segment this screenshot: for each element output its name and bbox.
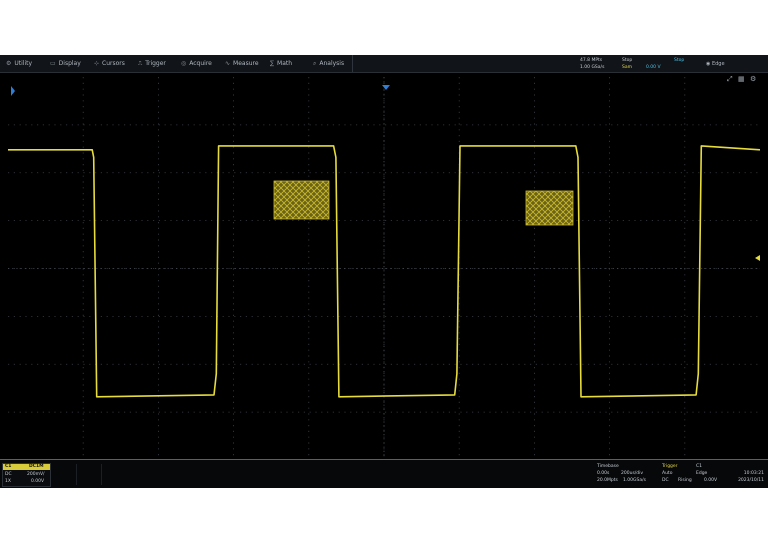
timebase-scale: 200us/div	[621, 471, 644, 476]
trigger-mode: Auto	[662, 471, 673, 476]
status-run-state: Stop	[622, 58, 633, 63]
measure-icon: ∿	[225, 60, 231, 67]
graticule	[8, 77, 760, 460]
gear-icon: ◉	[706, 61, 711, 67]
oscilloscope-screen: ⚙ Utility ▭ Display ⊹ Cursors ⎍ Trigger ◎ Acquire…	[0, 55, 768, 488]
menu-analysis[interactable]: ⌕ Analysis	[313, 58, 344, 70]
menu-item-label: Utility	[14, 60, 33, 67]
timebase-sample-rate: 1.00GSa/s	[623, 478, 646, 483]
status-sample-rate: 1.00 GSa/s	[580, 65, 605, 70]
clock-panel: 10:03:21 2023/10/11	[728, 463, 766, 485]
trigger-panel[interactable]: Trigger C1 Auto Edge DC Rising 0.00V	[662, 463, 724, 485]
ch1-coupling: DC1M	[29, 464, 44, 469]
status-stop: Stop	[674, 58, 685, 63]
waveform-plot	[8, 77, 760, 460]
channel-slot-2[interactable]	[52, 464, 77, 485]
menu-acquire[interactable]: ◎ Acquire	[181, 58, 212, 70]
trigger-quick[interactable]: ◉ Edge	[706, 58, 725, 70]
wrench-icon: ⚙	[6, 60, 12, 67]
left-position-marker[interactable]	[11, 86, 15, 96]
trigger-coupling: DC	[662, 478, 669, 483]
bottom-info-bar: C1 DC1M DC 200mV/ 1X 0.00V Timebase 0.00…	[0, 459, 768, 488]
cursor-icon: ⊹	[94, 60, 100, 67]
ch1-probe: 1X	[5, 479, 11, 484]
analysis-icon: ⌕	[313, 60, 317, 67]
trigger-level: 0.00V	[704, 478, 718, 483]
trigger-quick-label: Edge	[711, 61, 725, 67]
menu-item-label: Math	[277, 60, 293, 67]
trigger-slope: Rising	[678, 478, 692, 483]
ch1-header: C1 DC1M	[3, 464, 50, 470]
clock-date: 2023/10/11	[738, 478, 764, 483]
status-mode: Sam	[622, 65, 632, 70]
trigger-title: Trigger	[662, 464, 678, 469]
mask-zone-2[interactable]	[525, 190, 574, 226]
waveform-area[interactable]	[8, 77, 760, 460]
menu-utility[interactable]: ⚙ Utility	[6, 58, 32, 70]
menu-item-label: Acquire	[189, 60, 212, 67]
trigger-level-marker[interactable]	[755, 255, 760, 261]
menu-separator	[352, 55, 353, 72]
acquisition-status[interactable]: 47.8 MPts Stop Stop 1.00 GSa/s Sam 0.00 …	[576, 56, 700, 71]
status-level: 0.00 V	[646, 65, 661, 70]
menu-cursors[interactable]: ⊹ Cursors	[94, 58, 125, 70]
math-icon: ∑	[270, 60, 275, 67]
trigger-source: C1	[696, 464, 703, 469]
timebase-title: Timebase	[597, 464, 619, 469]
trigger-delay-marker[interactable]	[382, 85, 390, 90]
ch1-coupling-mode: DC	[5, 472, 12, 477]
ch1-label: C1	[5, 464, 12, 469]
ch1-descriptor[interactable]: C1 DC1M DC 200mV/ 1X 0.00V	[2, 463, 51, 487]
menu-item-label: Cursors	[102, 60, 125, 67]
menu-item-label: Analysis	[319, 60, 345, 67]
timebase-panel[interactable]: Timebase 0.00s 200us/div 20.0Mpts 1.00GS…	[597, 463, 659, 485]
status-memory: 47.8 MPts	[580, 58, 603, 63]
menu-math[interactable]: ∑ Math	[270, 58, 292, 70]
acquire-icon: ◎	[181, 60, 187, 67]
menu-bar: ⚙ Utility ▭ Display ⊹ Cursors ⎍ Trigger ◎ Acquire…	[0, 55, 768, 73]
menu-measure[interactable]: ∿ Measure	[225, 58, 259, 70]
menu-display[interactable]: ▭ Display	[50, 58, 81, 70]
menu-item-label: Display	[58, 60, 81, 67]
mask-zone-1[interactable]	[273, 180, 330, 220]
ch1-scale: 200mV/	[27, 472, 45, 477]
menu-item-label: Trigger	[145, 60, 166, 67]
timebase-delay: 0.00s	[597, 471, 610, 476]
ch1-offset: 0.00V	[31, 479, 45, 484]
menu-trigger[interactable]: ⎍ Trigger	[138, 58, 166, 70]
menu-item-label: Measure	[233, 60, 259, 67]
trigger-icon: ⎍	[138, 60, 143, 67]
channel-slot-3[interactable]	[77, 464, 102, 485]
clock-time: 10:03:21	[743, 471, 764, 476]
display-icon: ▭	[50, 60, 56, 67]
trigger-edge: Edge	[696, 471, 708, 476]
timebase-points: 20.0Mpts	[597, 478, 618, 483]
